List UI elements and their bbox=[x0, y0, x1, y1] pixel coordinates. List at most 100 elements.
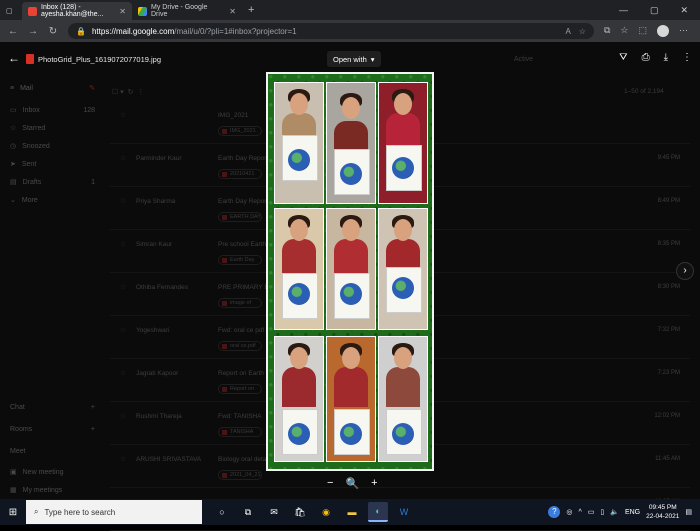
email-sender: Simran Kaur bbox=[136, 241, 173, 248]
email-sender: Priya Sharma bbox=[136, 198, 176, 205]
zoom-out-button[interactable]: − bbox=[327, 477, 333, 489]
zoom-in-button[interactable]: + bbox=[371, 477, 377, 489]
help-icon[interactable]: ? bbox=[548, 506, 561, 518]
open-with-button[interactable]: Open with ▾ bbox=[327, 51, 381, 67]
email-sender: Othiba Fernandes bbox=[136, 284, 189, 291]
compose-icon: ✎ bbox=[89, 85, 95, 92]
sidebar-item-inbox: ▭ Inbox 128 bbox=[10, 106, 95, 115]
search-placeholder: Type here to search bbox=[44, 507, 116, 517]
file-explorer-icon[interactable]: ▬ bbox=[342, 502, 362, 522]
more-vert-icon[interactable]: ⋮ bbox=[682, 52, 692, 63]
cortana-icon[interactable]: ○ bbox=[212, 502, 232, 522]
zoom-reset-icon[interactable]: 🔍 bbox=[345, 477, 359, 490]
photo-cell bbox=[274, 82, 324, 204]
image-file-icon bbox=[26, 54, 34, 64]
download-icon[interactable]: ⤓ bbox=[664, 52, 668, 63]
viewer-file-title: PhotoGrid_Plus_1619072077019.jpg bbox=[26, 54, 161, 64]
star-icon: ☆ bbox=[120, 198, 127, 205]
send-icon: ➤ bbox=[10, 161, 16, 168]
calendar-icon: ▦ bbox=[10, 487, 17, 494]
language-indicator[interactable]: ENG bbox=[625, 509, 640, 516]
email-date: 7:23 PM bbox=[657, 370, 680, 376]
chevron-down-icon: ⌄ bbox=[10, 197, 16, 204]
chrome-icon[interactable]: ◉ bbox=[316, 502, 336, 522]
close-icon[interactable]: ✕ bbox=[119, 7, 126, 16]
add-to-drive-icon[interactable]: ⛛ bbox=[619, 52, 627, 63]
email-date: 8:35 PM bbox=[657, 241, 680, 247]
photo-cell bbox=[326, 208, 376, 330]
close-icon[interactable]: ✕ bbox=[229, 7, 236, 16]
battery-icon[interactable]: ▯ bbox=[600, 508, 604, 516]
taskbar-apps: ○ ⧉ ✉ 🛍 ◉ ▬ ◐ W bbox=[212, 502, 414, 522]
favorites-icon[interactable]: ☆ bbox=[620, 25, 628, 37]
tab-drive[interactable]: My Drive - Google Drive ✕ bbox=[132, 2, 242, 20]
forward-icon[interactable]: → bbox=[28, 26, 38, 37]
window-controls: — ▢ ✕ bbox=[619, 5, 700, 16]
system-clock[interactable]: 09:45 PM 22-04-2021 bbox=[646, 503, 679, 521]
email-subject: Fwd: TANISHA bbox=[218, 413, 262, 420]
attachment-chip: IMG_2021 bbox=[218, 126, 262, 136]
attachment-chip: oral ce.pdf bbox=[218, 341, 262, 351]
star-icon: ☆ bbox=[120, 155, 127, 162]
star-icon: ☆ bbox=[120, 456, 127, 463]
star-icon: ☆ bbox=[120, 413, 127, 420]
print-icon[interactable]: ⎙ bbox=[642, 52, 650, 63]
browser-menu-icon[interactable]: ▢ bbox=[0, 2, 22, 20]
email-date: 9:45 PM bbox=[657, 155, 680, 161]
photo-cell bbox=[378, 336, 428, 462]
select-all-checkbox: ☐ ▾ ↻ ⋮ bbox=[112, 89, 145, 96]
sidebar-section-chat: Chat + bbox=[10, 404, 95, 411]
windows-start-icon[interactable]: ⊞ bbox=[0, 499, 26, 525]
viewer-actions: ⛛ ⎙ ⤓ ⋮ bbox=[619, 52, 692, 63]
taskbar-search-input[interactable]: ⌕ Type here to search bbox=[26, 500, 202, 524]
store-icon[interactable]: 🛍 bbox=[290, 502, 310, 522]
email-sender: Rushmi Thareja bbox=[136, 413, 182, 420]
reload-icon[interactable]: ↻ bbox=[48, 26, 58, 37]
tab-inbox[interactable]: Inbox (128) - ayesha.khan@the... ✕ bbox=[22, 2, 132, 20]
extensions-icon[interactable]: ⬚ bbox=[638, 25, 647, 37]
back-icon[interactable]: ← bbox=[8, 26, 18, 37]
attachment-chip: 20210421 bbox=[218, 169, 262, 179]
volume-icon[interactable]: 🔈 bbox=[610, 508, 619, 516]
edge-icon[interactable]: ◐ bbox=[368, 502, 388, 522]
maximize-icon[interactable]: ▢ bbox=[650, 5, 659, 16]
sidebar-section-meet: Meet bbox=[10, 448, 26, 455]
tray-app-icon[interactable]: ◎ bbox=[566, 508, 572, 516]
word-icon[interactable]: W bbox=[394, 502, 414, 522]
windows-taskbar: ⊞ ⌕ Type here to search ○ ⧉ ✉ 🛍 ◉ ▬ ◐ W … bbox=[0, 499, 700, 525]
image-preview bbox=[266, 72, 434, 471]
profile-avatar[interactable] bbox=[657, 25, 669, 37]
url-input[interactable]: 🔒 https://mail.google.com/mail/u/0/?pli=… bbox=[68, 23, 594, 39]
mail-app-icon[interactable]: ✉ bbox=[264, 502, 284, 522]
sidebar-item-drafts: ▤ Drafts 1 bbox=[10, 178, 95, 187]
task-view-icon[interactable]: ⧉ bbox=[238, 502, 258, 522]
favorite-star-icon[interactable]: ☆ bbox=[579, 27, 586, 36]
menu-icon: ≡ bbox=[10, 84, 15, 92]
chevron-up-icon[interactable]: ^ bbox=[578, 509, 581, 516]
email-date: 12:02 PM bbox=[654, 413, 680, 419]
read-aloud-icon[interactable]: A bbox=[565, 27, 570, 36]
email-date: 11:45 AM bbox=[655, 456, 680, 462]
attachment-chip: Earth Day bbox=[218, 255, 262, 265]
sidebar-item-more: ⌄ More bbox=[10, 196, 38, 205]
star-icon: ☆ bbox=[120, 112, 127, 119]
next-image-button[interactable]: › bbox=[676, 262, 694, 280]
back-arrow-icon[interactable]: ← bbox=[8, 51, 20, 65]
network-icon[interactable]: ▭ bbox=[588, 508, 595, 516]
notifications-icon[interactable]: ▤ bbox=[685, 508, 692, 516]
attachment-chip: TANISHA bbox=[218, 427, 262, 437]
collections-icon[interactable]: ⧉ bbox=[604, 25, 610, 37]
minimize-icon[interactable]: — bbox=[619, 5, 628, 16]
sidebar-section-rooms: Rooms + bbox=[10, 426, 95, 433]
attachment-chip: Report on bbox=[218, 384, 262, 394]
clock-time: 09:45 PM bbox=[648, 504, 677, 511]
attachment-chip: EARTH DAY bbox=[218, 212, 262, 222]
close-window-icon[interactable]: ✕ bbox=[680, 5, 688, 16]
system-tray: ? ◎ ^ ▭ ▯ 🔈 ENG 09:45 PM 22-04-2021 ▤ bbox=[548, 503, 700, 521]
photo-cell bbox=[378, 82, 428, 204]
sidebar-item-sent: ➤ Sent bbox=[10, 160, 37, 169]
photo-cell bbox=[274, 208, 324, 330]
new-tab-button[interactable]: + bbox=[242, 4, 260, 16]
inbox-icon: ▭ bbox=[10, 107, 17, 114]
more-icon[interactable]: ⋯ bbox=[679, 25, 688, 37]
